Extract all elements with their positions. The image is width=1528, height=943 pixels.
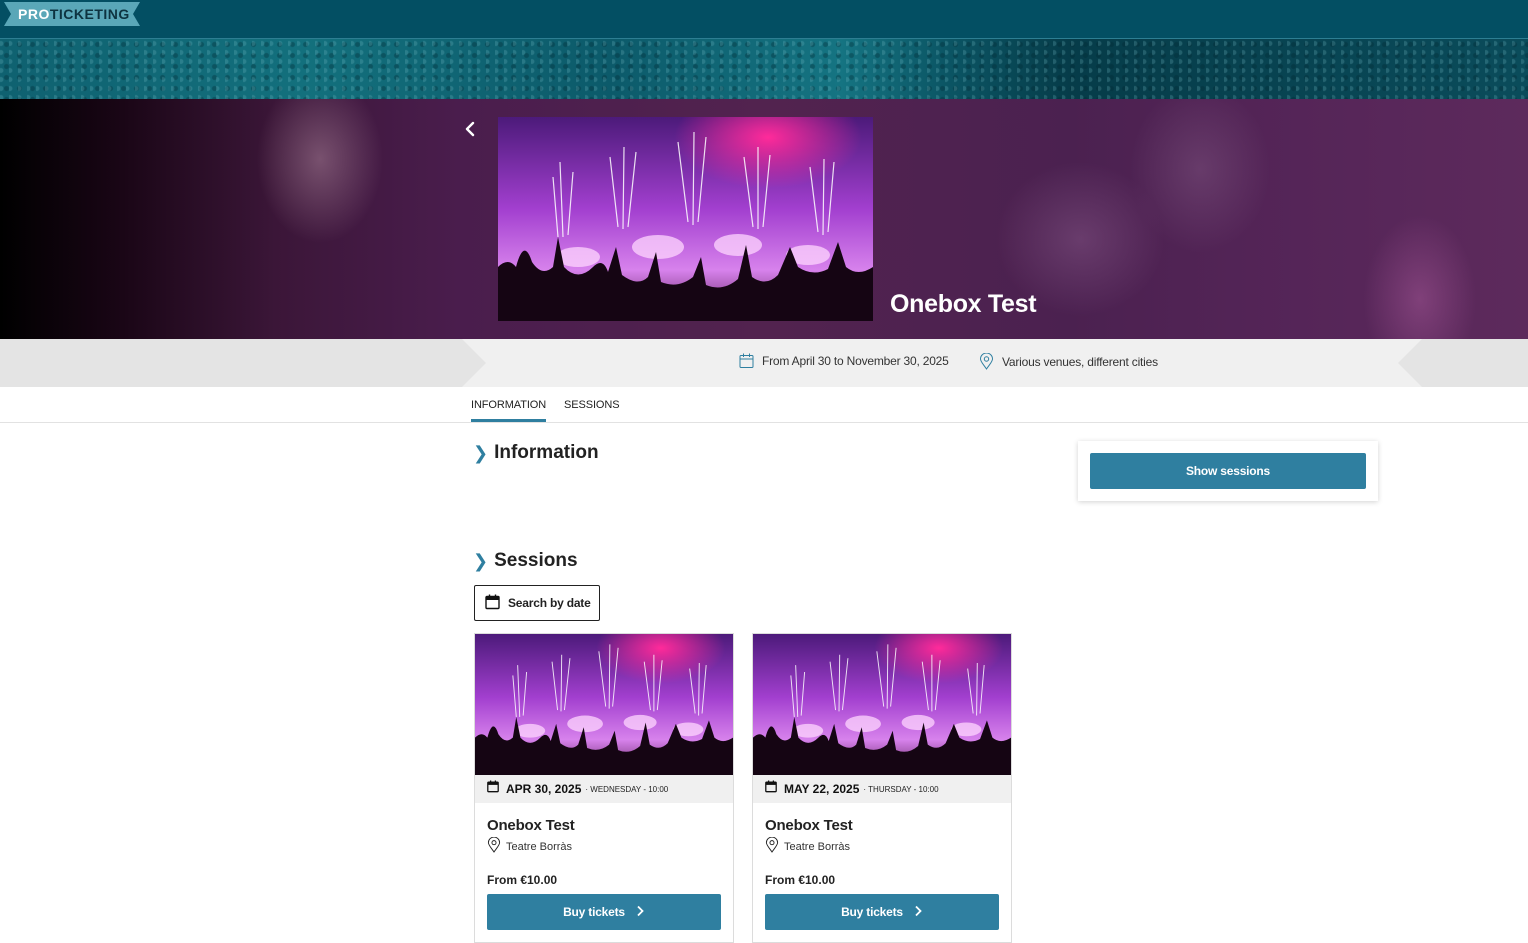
chevron-right-icon: ❯: [473, 442, 489, 463]
session-venue: Teatre Borràs: [765, 836, 851, 856]
session-card[interactable]: APR 30, 2025 · WEDNESDAY - 10:00 Onebox …: [474, 633, 734, 943]
information-heading: ❯ Information: [473, 442, 599, 464]
sessions-heading-text: Sessions: [494, 550, 578, 571]
sidebar-card: Show sessions: [1078, 441, 1378, 501]
buy-tickets-label: Buy tickets: [841, 905, 903, 919]
buy-tickets-label: Buy tickets: [563, 905, 625, 919]
location-pin-icon: [487, 836, 501, 856]
tab-sessions[interactable]: SESSIONS: [564, 387, 620, 422]
session-image: [753, 634, 1011, 775]
session-price: From €10.00: [487, 873, 558, 887]
back-chevron-icon[interactable]: [462, 120, 480, 138]
proticketing-logo[interactable]: PRO TICKETING: [4, 2, 140, 26]
session-price: From €10.00: [765, 873, 836, 887]
session-title: Onebox Test: [487, 817, 575, 834]
calendar-icon: [739, 353, 754, 369]
search-by-date-label: Search by date: [508, 596, 591, 610]
calendar-icon: [487, 780, 499, 798]
session-venue-text: Teatre Borràs: [784, 840, 851, 853]
event-info-band: From April 30 to November 30, 2025 Vario…: [0, 339, 1528, 387]
information-heading-text: Information: [494, 442, 599, 463]
chevron-right-icon: [635, 905, 645, 920]
buy-tickets-button[interactable]: Buy tickets: [765, 894, 999, 930]
session-date: APR 30, 2025: [506, 782, 582, 796]
tab-information[interactable]: INFORMATION: [471, 387, 546, 422]
session-weekday-time: · WEDNESDAY - 10:00: [585, 784, 669, 794]
header-texture-banner: [0, 39, 1528, 99]
location-pin-icon: [765, 836, 779, 856]
session-date-row: APR 30, 2025 · WEDNESDAY - 10:00: [475, 775, 733, 803]
buy-tickets-button[interactable]: Buy tickets: [487, 894, 721, 930]
session-card[interactable]: MAY 22, 2025 · THURSDAY - 10:00 Onebox T…: [752, 633, 1012, 943]
session-title: Onebox Test: [765, 817, 853, 834]
logo-pro-text: PRO: [18, 6, 50, 22]
chevron-right-icon: [913, 905, 923, 920]
session-venue: Teatre Borràs: [487, 836, 573, 856]
calendar-icon: [765, 780, 777, 798]
calendar-icon: [485, 594, 500, 613]
session-image: [475, 634, 733, 775]
band-decoration-right: [1398, 339, 1528, 387]
event-venues-text: Various venues, different cities: [1002, 354, 1158, 369]
tab-bar: INFORMATION SESSIONS: [0, 387, 1528, 423]
logo-ticketing-text: TICKETING: [49, 6, 130, 22]
event-image: [498, 117, 873, 321]
event-title: Onebox Test: [890, 290, 1037, 318]
location-pin-icon: [979, 353, 994, 370]
show-sessions-button[interactable]: Show sessions: [1090, 453, 1366, 489]
session-date-row: MAY 22, 2025 · THURSDAY - 10:00: [753, 775, 1011, 803]
event-dates-text: From April 30 to November 30, 2025: [762, 354, 949, 368]
session-date: MAY 22, 2025: [784, 782, 860, 796]
top-bar: PRO TICKETING: [0, 0, 1528, 39]
sessions-heading: ❯ Sessions: [473, 550, 578, 572]
chevron-right-icon: ❯: [473, 550, 489, 571]
session-venue-text: Teatre Borràs: [506, 840, 573, 853]
event-dates: From April 30 to November 30, 2025: [739, 353, 949, 369]
session-weekday-time: · THURSDAY - 10:00: [863, 784, 939, 794]
search-by-date-button[interactable]: Search by date: [474, 585, 600, 621]
event-venues: Various venues, different cities: [979, 353, 1158, 370]
band-decoration-left: [0, 339, 486, 387]
